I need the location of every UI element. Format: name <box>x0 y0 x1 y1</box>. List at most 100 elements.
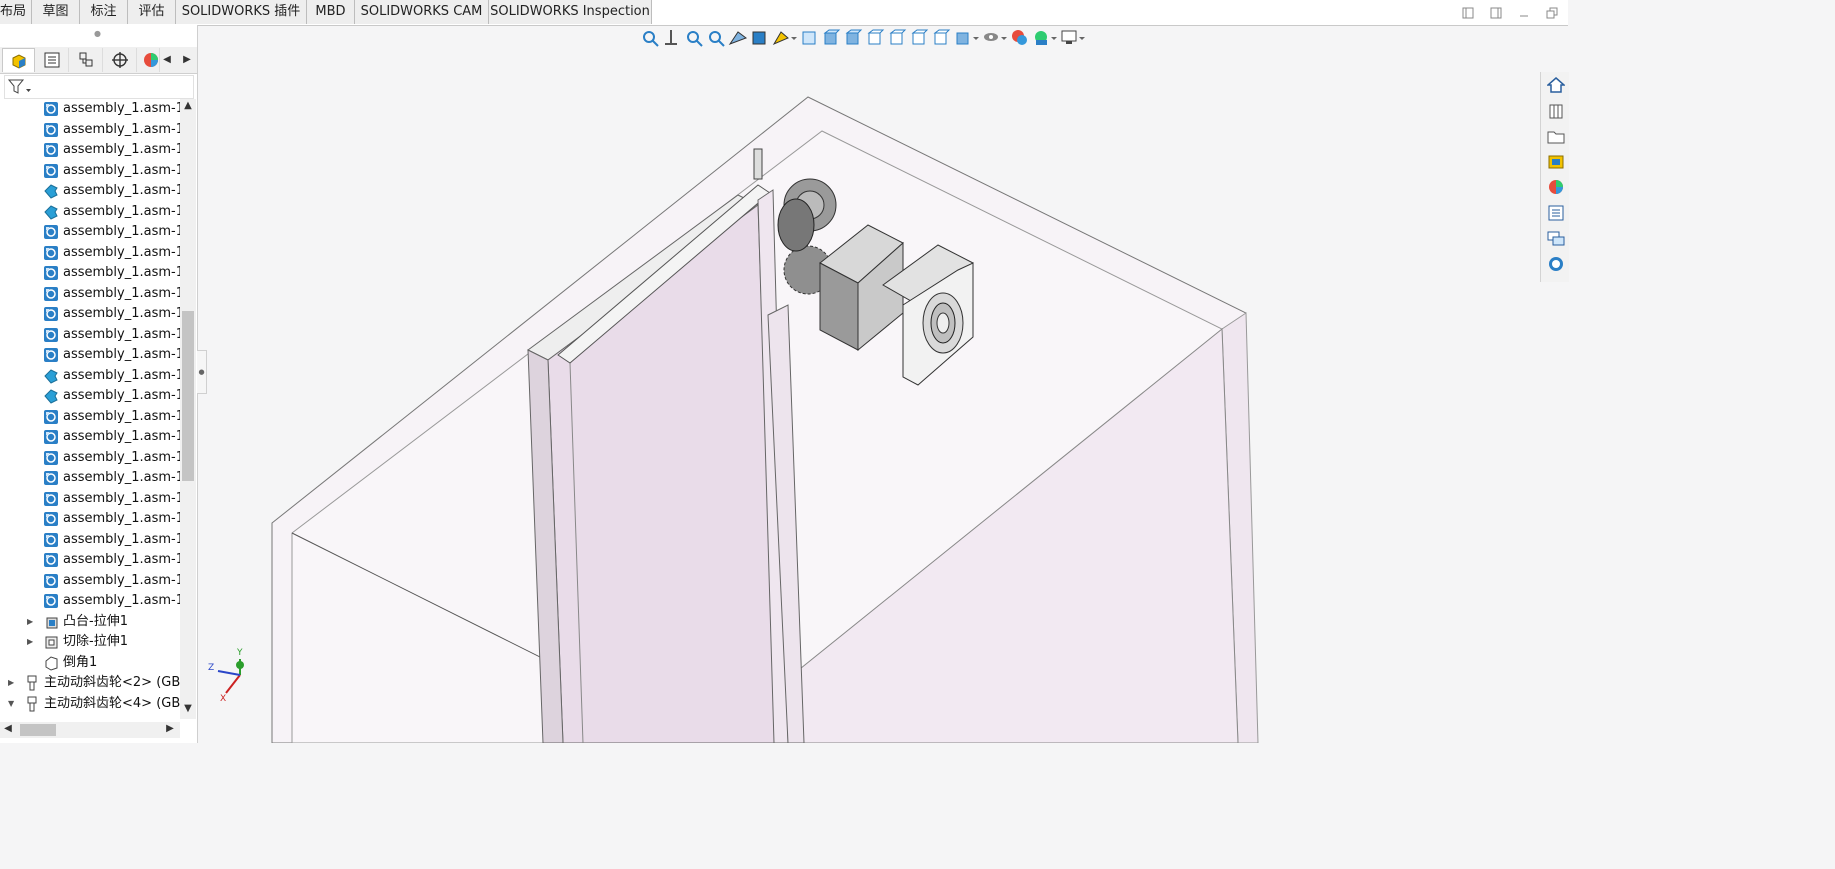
dropdown-arrow-icon[interactable] <box>1078 28 1086 48</box>
propertymanager-tab[interactable] <box>36 48 69 72</box>
tab-sketch[interactable]: 草图 <box>32 0 80 24</box>
tab-layout[interactable]: 布局 <box>0 0 32 24</box>
zoom-area-icon[interactable] <box>910 28 930 48</box>
tree-item[interactable]: assembly_1.asm-1/ <box>0 530 180 550</box>
part-icon <box>43 491 59 507</box>
zoom-area-icon[interactable] <box>800 28 820 48</box>
custom-properties-icon[interactable] <box>1547 204 1565 222</box>
previous-view-icon[interactable] <box>982 28 1002 48</box>
tree-item[interactable]: assembly_1.asm-1/ <box>0 243 180 263</box>
tree-item[interactable]: ▼ 主动动斜齿轮<4> (GB - <box>0 694 180 714</box>
tree-vertical-scrollbar[interactable]: ▲ ▼ <box>180 99 196 719</box>
home-icon[interactable] <box>1546 76 1566 94</box>
dropdown-arrow-icon[interactable] <box>790 28 798 48</box>
tree-item[interactable]: 倒角1 <box>0 653 180 673</box>
tree-item[interactable]: assembly_1.asm-1/ <box>0 591 180 611</box>
tree-item[interactable]: assembly_1.asm-1/ <box>0 427 180 447</box>
tab-mbd[interactable]: MBD <box>307 0 355 24</box>
featuremanager-tab[interactable] <box>2 48 35 72</box>
zoom-area-icon[interactable] <box>844 28 864 48</box>
dropdown-arrow-icon[interactable] <box>1000 28 1008 48</box>
zoom-area-icon[interactable] <box>954 28 974 48</box>
tree-item[interactable]: assembly_1.asm-1/ <box>0 571 180 591</box>
part-icon <box>43 511 59 527</box>
tab-evaluate[interactable]: 评估 <box>128 0 176 24</box>
zoom-to-fit-icon[interactable] <box>662 28 682 48</box>
restore-icon[interactable] <box>1544 7 1560 21</box>
dropdown-arrow-icon[interactable] <box>972 28 980 48</box>
display-manager-tab[interactable] <box>138 48 160 72</box>
zoom-to-fit-icon[interactable] <box>684 28 704 48</box>
tree-item[interactable]: assembly_1.asm-1/ <box>0 325 180 345</box>
zoom-area-icon[interactable] <box>932 28 952 48</box>
scroll-up-icon[interactable]: ▲ <box>181 100 195 111</box>
tab-markup[interactable]: 标注 <box>80 0 128 24</box>
tree-item[interactable]: assembly_1.asm-1/ <box>0 120 180 140</box>
panel-grip-icon[interactable]: ● <box>94 29 101 38</box>
tree-item[interactable]: assembly_1.asm-1/ <box>0 202 180 222</box>
tree-item[interactable]: ▶ 切除-拉伸1 <box>0 632 180 652</box>
appearances-icon[interactable] <box>1547 178 1565 196</box>
tree-item[interactable]: assembly_1.asm-1/ <box>0 99 180 119</box>
expand-arrow-icon[interactable]: ▼ <box>8 694 18 714</box>
tree-item[interactable]: assembly_1.asm-1/ <box>0 181 180 201</box>
pane-right-icon[interactable] <box>1488 7 1504 21</box>
tree-item[interactable]: ▶ 凸台-拉伸1 <box>0 612 180 632</box>
expand-arrow-icon[interactable]: ▶ <box>27 632 37 652</box>
zoom-to-fit-icon[interactable] <box>772 28 792 48</box>
tree-item[interactable]: assembly_1.asm-1/ <box>0 284 180 304</box>
tree-item[interactable]: assembly_1.asm-1/ <box>0 263 180 283</box>
zoom-area-icon[interactable] <box>866 28 886 48</box>
tree-item[interactable]: assembly_1.asm-1/ <box>0 345 180 365</box>
tree-item[interactable]: assembly_1.asm-1/ <box>0 161 180 181</box>
solidworks-resources-icon[interactable] <box>1547 255 1565 273</box>
expand-arrow-icon[interactable]: ▶ <box>27 612 37 632</box>
tree-item-label: assembly_1.asm-1/ <box>63 470 180 485</box>
scroll-right-icon[interactable]: ▶ <box>163 723 177 734</box>
configurationmanager-tab[interactable] <box>70 48 103 72</box>
tab-solidworks-cam[interactable]: SOLIDWORKS CAM <box>355 0 489 24</box>
expand-arrow-icon[interactable]: ▶ <box>8 673 18 693</box>
scroll-down-icon[interactable]: ▼ <box>181 703 195 714</box>
tab-solidworks-inspection[interactable]: SOLIDWORKS Inspection <box>489 0 652 24</box>
minimize-icon[interactable] <box>1516 7 1532 21</box>
dimxpert-tab[interactable] <box>104 48 137 72</box>
section-view-icon[interactable] <box>1032 28 1052 48</box>
zoom-area-icon[interactable] <box>822 28 842 48</box>
tree-item[interactable]: assembly_1.asm-1/ <box>0 366 180 386</box>
view-palette-icon[interactable] <box>1547 153 1565 171</box>
zoom-area-icon[interactable] <box>888 28 908 48</box>
dropdown-arrow-icon[interactable] <box>1050 28 1058 48</box>
graphics-viewport[interactable]: Y Z X <box>198 25 1540 743</box>
zoom-to-fit-icon[interactable] <box>706 28 726 48</box>
vertical-scroll-thumb[interactable] <box>182 311 194 481</box>
tree-item[interactable]: ▶ 主动动斜齿轮<2> (GB - <box>0 673 180 693</box>
section-view-icon[interactable] <box>1010 28 1030 48</box>
tab-scroll-right-icon[interactable]: ▶ <box>180 51 194 69</box>
file-explorer-icon[interactable] <box>1547 127 1565 145</box>
tree-item[interactable]: assembly_1.asm-1/ <box>0 222 180 242</box>
horizontal-scroll-thumb[interactable] <box>20 724 56 736</box>
forum-icon[interactable] <box>1547 229 1565 247</box>
tree-item[interactable]: assembly_1.asm-1/ <box>0 509 180 529</box>
zoom-to-fit-icon[interactable] <box>640 28 660 48</box>
pane-left-icon[interactable] <box>1460 7 1476 21</box>
tab-solidworks-addins[interactable]: SOLIDWORKS 插件 <box>176 0 307 24</box>
tree-item-label: assembly_1.asm-1/ <box>63 326 180 342</box>
tree-item[interactable]: assembly_1.asm-1/ <box>0 489 180 509</box>
tree-item[interactable]: assembly_1.asm-1/ <box>0 386 180 406</box>
tree-item[interactable]: assembly_1.asm-1/ <box>0 304 180 324</box>
zoom-to-fit-icon[interactable] <box>728 28 748 48</box>
tree-item[interactable]: assembly_1.asm-1/ <box>0 448 180 468</box>
tree-horizontal-scrollbar[interactable]: ◀ ▶ <box>0 722 180 738</box>
zoom-to-fit-icon[interactable] <box>750 28 770 48</box>
tree-item[interactable]: assembly_1.asm-1/ <box>0 468 180 488</box>
scroll-left-icon[interactable]: ◀ <box>1 723 15 734</box>
tree-item[interactable]: assembly_1.asm-1/ <box>0 550 180 570</box>
design-library-icon[interactable] <box>1547 102 1565 120</box>
dynamic-annotation-icon[interactable] <box>1060 28 1080 48</box>
tree-filter-field[interactable] <box>4 75 194 99</box>
tree-item[interactable]: assembly_1.asm-1/ <box>0 140 180 160</box>
tree-item[interactable]: assembly_1.asm-1/ <box>0 407 180 427</box>
tab-scroll-left-icon[interactable]: ◀ <box>160 51 174 69</box>
